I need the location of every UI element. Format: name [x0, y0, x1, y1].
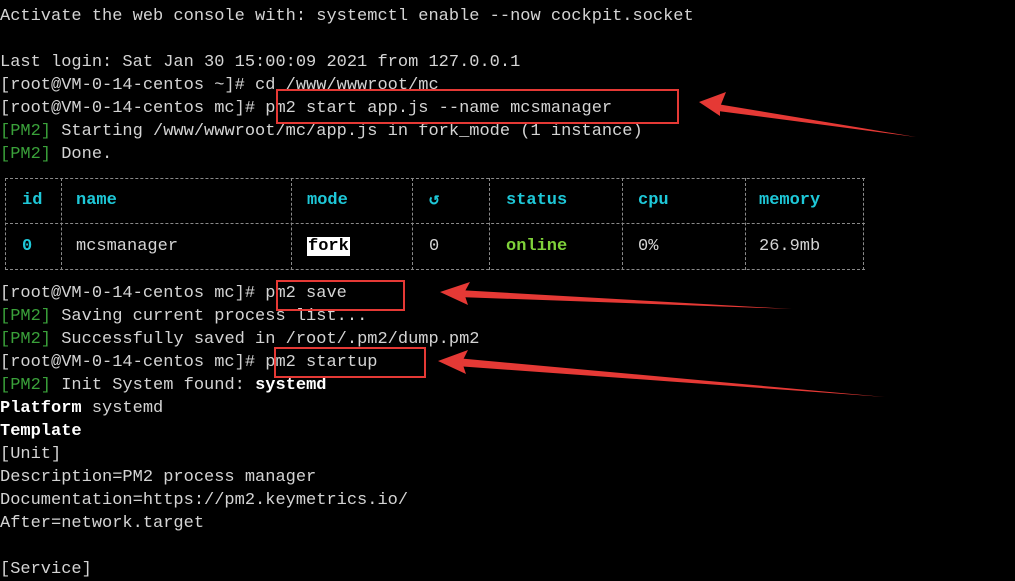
- arrow-to-startup-command: [438, 350, 885, 397]
- arrow-to-start-command: [699, 92, 916, 137]
- arrow-to-save-command: [440, 282, 792, 309]
- annotation-arrows: [438, 92, 916, 397]
